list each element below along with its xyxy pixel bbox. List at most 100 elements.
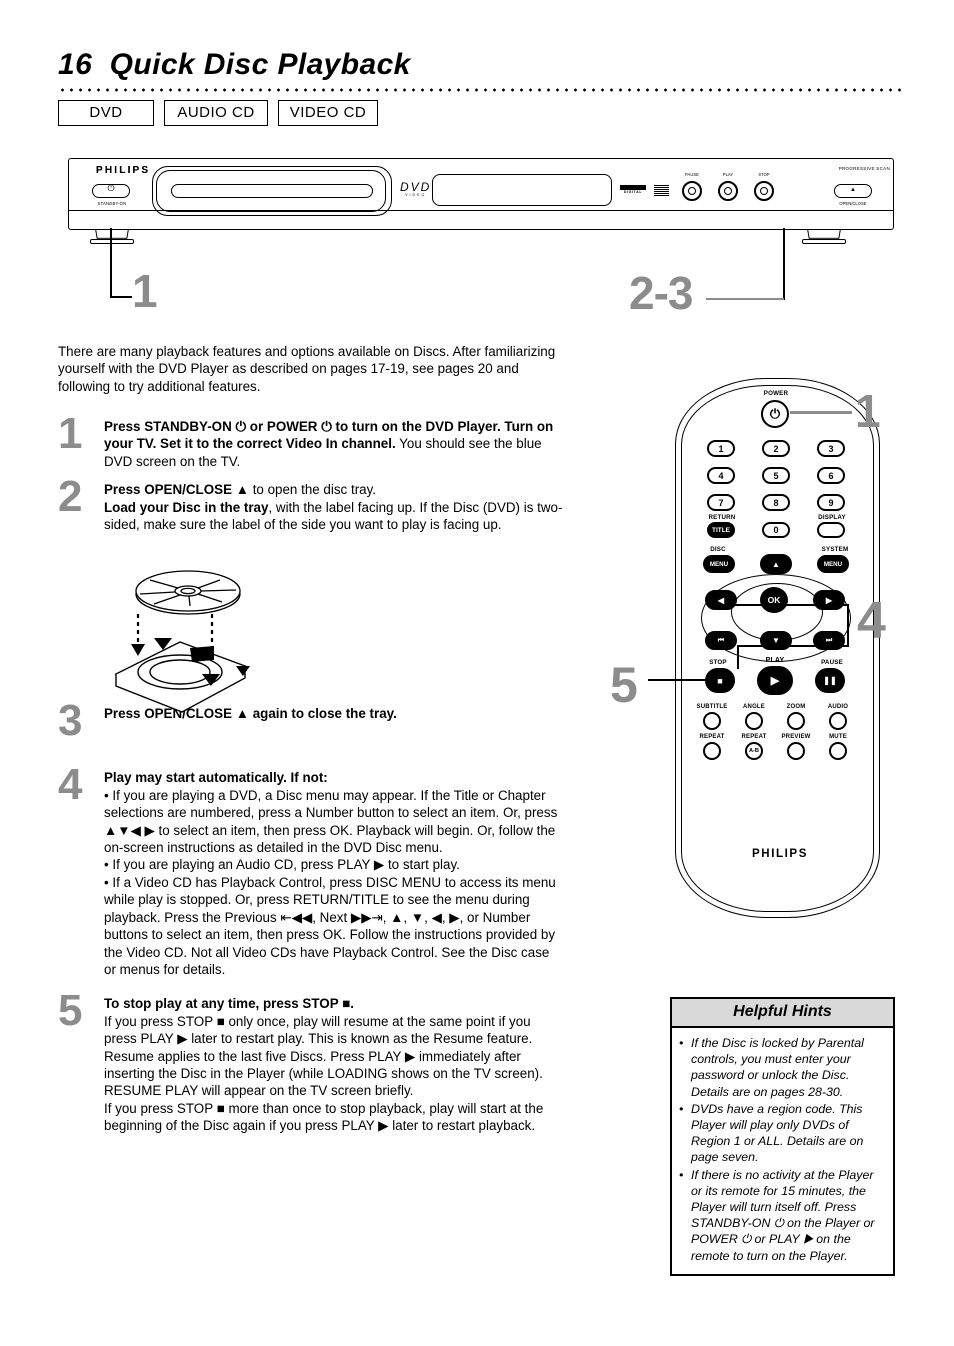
remote-key-9[interactable]: 9 [817, 494, 845, 511]
remote-repeat-button[interactable] [703, 742, 721, 760]
step-number: 1 [58, 409, 82, 458]
remote-stop-label: STOP [709, 659, 727, 666]
steps-list: 1 Press STANDBY-ON ⏻ or POWER ⏻ to turn … [58, 409, 563, 1137]
player-standby-button[interactable] [92, 183, 130, 198]
remote-brand-logo: PHILIPS [752, 848, 808, 860]
remote-angle-label: ANGLE [743, 704, 765, 710]
remote-callout-4-leader-c [737, 645, 849, 647]
arrow-down-icon[interactable]: ▼ [760, 631, 792, 650]
step-5-para-1: If you press STOP ■ only once, play will… [104, 1013, 533, 1047]
dvd-player-illustration: PHILIPS PROGRESSIVE SCAN STANDBY-ON DVD … [60, 158, 906, 338]
step-4-bullet-3: • If a Video CD has Playback Control, pr… [104, 874, 556, 977]
remote-system-menu-button[interactable]: MENU [817, 555, 849, 573]
progressive-scan-label: PROGRESSIVE SCAN [838, 166, 890, 171]
remote-repeat-label: REPEAT [699, 734, 725, 740]
step-item: 2 Press OPEN/CLOSE ▲ to open the disc tr… [58, 472, 563, 533]
step-5-bold: To stop play at any time, press STOP ■. [104, 996, 354, 1012]
remote-ok-button[interactable]: OK [760, 587, 788, 613]
arrow-right-icon[interactable]: ▶ [813, 590, 845, 610]
remote-key-title[interactable]: TITLE [707, 522, 735, 538]
remote-callout-5-leader [648, 679, 708, 681]
remote-return-label: RETURN [708, 514, 736, 521]
player-brand-logo: PHILIPS [96, 165, 151, 176]
player-pause-button[interactable] [682, 181, 702, 201]
player-stop-button[interactable] [754, 181, 774, 201]
callout-1-leader-horizontal [110, 296, 132, 298]
remote-play-label: PLAY [765, 657, 785, 664]
remote-key-6[interactable]: 6 [817, 467, 845, 484]
remote-mute-button[interactable] [829, 742, 847, 760]
disc-tray[interactable] [156, 170, 386, 212]
player-play-label: PLAY [722, 172, 734, 177]
remote-repeat-ab-label: REPEAT [741, 734, 767, 740]
hint-item: • DVDs have a region code. This Player w… [679, 1101, 884, 1166]
remote-mute-label: MUTE [829, 734, 847, 740]
remote-pause-label: PAUSE [821, 659, 843, 666]
step-2-rest-a: to open the disc tray. [248, 482, 377, 498]
remote-subtitle-button[interactable] [703, 712, 721, 730]
remote-control-illustration: POWER ⏻ 1 2 3 4 5 6 7 8 9 RETURN TITLE 0… [655, 378, 905, 938]
remote-key-2[interactable]: 2 [762, 440, 790, 457]
step-item: 5 To stop play at any time, press STOP ■… [58, 989, 563, 1134]
remote-disc-menu-button[interactable]: MENU [703, 555, 735, 573]
step-4-bullet-1: • If you are playing a DVD, a Disc menu … [104, 787, 558, 856]
player-open-close-button[interactable] [834, 184, 872, 198]
player-callout-2-3: 2-3 [629, 267, 693, 319]
remote-key-7[interactable]: 7 [707, 494, 735, 511]
player-foot-left [90, 229, 134, 244]
remote-preview-button[interactable] [787, 742, 805, 760]
step-number: 2 [58, 472, 82, 522]
arrow-up-icon[interactable]: ▲ [760, 554, 792, 574]
remote-key-3[interactable]: 3 [817, 440, 845, 457]
remote-key-0[interactable]: 0 [762, 522, 790, 538]
disc-tray-slot [171, 184, 373, 198]
helpful-hints-box: Helpful Hints • If the Disc is locked by… [670, 997, 895, 1276]
disc-type-tags: DVD AUDIO CD VIDEO CD [58, 100, 904, 126]
remote-callout-4-leader-d [737, 645, 739, 669]
pause-icon[interactable]: ❚❚ [815, 668, 845, 693]
play-icon[interactable]: ▶ [757, 666, 793, 695]
remote-callout-1-leader [790, 411, 852, 414]
remote-zoom-button[interactable] [787, 712, 805, 730]
remote-audio-button[interactable] [829, 712, 847, 730]
next-icon[interactable]: ⏭ [813, 631, 845, 650]
stop-icon[interactable]: ■ [705, 668, 735, 693]
remote-key-1[interactable]: 1 [707, 440, 735, 457]
hint-text: DVDs have a region code. This Player wil… [691, 1101, 864, 1165]
player-display-window [432, 174, 612, 206]
page-title: 16 Quick Disc Playback [58, 48, 411, 81]
callout-23-leader-vertical [783, 228, 785, 300]
hint-text: If the Disc is locked by Parental contro… [691, 1036, 864, 1099]
player-play-button[interactable] [718, 181, 738, 201]
step-number: 4 [58, 760, 82, 810]
remote-display-label: DISPLAY [818, 514, 846, 521]
remote-key-5[interactable]: 5 [762, 467, 790, 484]
callout-23-leader-horizontal [706, 298, 784, 301]
hint-item: • If there is no activity at the Player … [679, 1167, 884, 1264]
remote-repeat-ab-button[interactable]: A-B [745, 742, 763, 760]
previous-icon[interactable]: ⏮ [705, 631, 737, 650]
step-4-bold: Play may start automatically. If not: [104, 770, 328, 786]
remote-callout-4: 4 [857, 592, 886, 650]
power-icon[interactable]: ⏻ [761, 400, 789, 428]
page-header: 16 Quick Disc Playback DVD AUDIO CD VIDE… [58, 48, 904, 126]
arrow-left-icon[interactable]: ◀ [705, 590, 737, 610]
remote-key-4[interactable]: 4 [707, 467, 735, 484]
remote-angle-button[interactable] [745, 712, 763, 730]
remote-system-label: SYSTEM [821, 546, 849, 553]
dolby-text: DIGITAL [623, 190, 643, 194]
player-open-close-label: OPEN/CLOSE [839, 201, 867, 206]
remote-key-display[interactable] [817, 522, 845, 538]
step-text: Press STANDBY-ON ⏻ or POWER ⏻ to turn on… [104, 415, 563, 470]
intro-paragraph: There are many playback features and opt… [58, 344, 556, 394]
dvd-video-logo: DVD VIDEO [400, 180, 431, 197]
step-text: Press OPEN/CLOSE ▲ to open the disc tray… [104, 478, 563, 533]
remote-callout-1: 1 [855, 385, 881, 437]
remote-power-label: POWER [763, 390, 789, 397]
disc-loading-illustration [110, 566, 380, 726]
disc-tag-video-cd: VIDEO CD [278, 100, 378, 126]
player-standby-label: STANDBY-ON [97, 201, 127, 206]
step-5-para-2: Resume applies to the last five Discs. P… [104, 1048, 543, 1099]
remote-key-8[interactable]: 8 [762, 494, 790, 511]
player-pause-label: PAUSE [685, 172, 699, 177]
